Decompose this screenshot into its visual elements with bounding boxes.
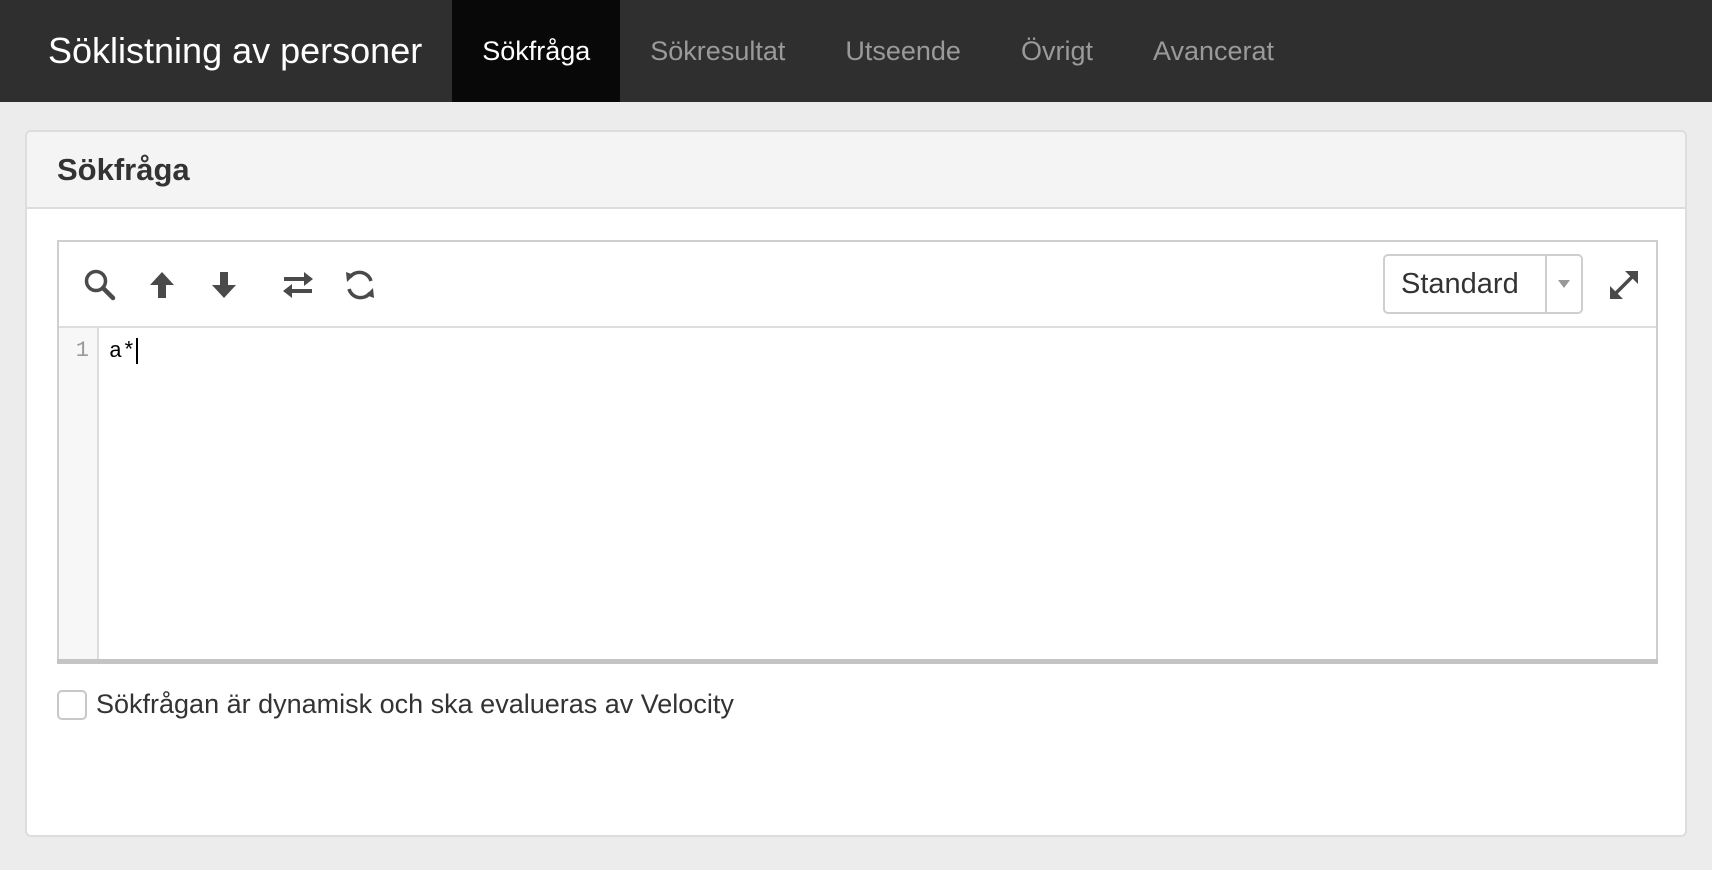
code-line-text: a* — [109, 338, 136, 364]
editor-resize-bar[interactable] — [57, 659, 1658, 664]
tab-sokresultat[interactable]: Sökresultat — [620, 0, 815, 102]
app-title: Söklistning av personer — [48, 30, 423, 71]
line-number-gutter: 1 — [59, 328, 99, 659]
top-navigation-bar: Söklistning av personer Sökfråga Sökresu… — [0, 0, 1712, 102]
code-line[interactable]: a* — [109, 338, 139, 364]
dynamic-query-option[interactable]: Sökfrågan är dynamisk och ska evalueras … — [57, 689, 734, 720]
panel-title: Sökfråga — [27, 132, 1685, 209]
dynamic-query-label[interactable]: Sökfrågan är dynamisk och ska evalueras … — [96, 689, 734, 720]
query-editor: Standard 1 a* — [57, 240, 1658, 659]
dynamic-query-checkbox[interactable] — [57, 689, 87, 720]
code-area[interactable]: 1 a* — [59, 328, 1656, 659]
tab-avancerat[interactable]: Avancerat — [1123, 0, 1304, 102]
tab-sokfraga[interactable]: Sökfråga — [452, 0, 621, 102]
query-panel: Sökfråga Standard 1 a* Sökfrågan är dyna… — [25, 130, 1687, 837]
text-cursor — [136, 338, 139, 364]
chevron-down-icon — [1545, 255, 1581, 313]
swap-icon[interactable] — [279, 266, 317, 304]
mode-select[interactable]: Standard — [1383, 254, 1583, 314]
editor-toolbar: Standard — [59, 242, 1656, 328]
tab-ovrigt[interactable]: Övrigt — [991, 0, 1123, 102]
expand-icon[interactable] — [1605, 266, 1643, 304]
tab-utseende[interactable]: Utseende — [815, 0, 991, 102]
search-icon[interactable] — [81, 266, 119, 304]
arrow-up-icon[interactable] — [143, 266, 181, 304]
line-number: 1 — [75, 338, 89, 363]
mode-select-value: Standard — [1401, 267, 1519, 300]
refresh-icon[interactable] — [341, 266, 379, 304]
arrow-down-icon[interactable] — [205, 266, 243, 304]
